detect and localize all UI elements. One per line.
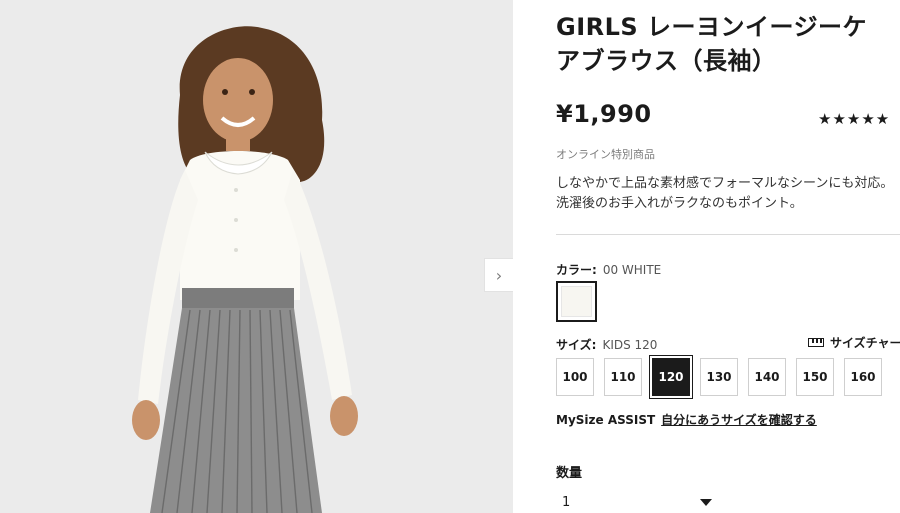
description-line1: しなやかで上品な素材感でフォーマルなシーンにも対応。 [556, 176, 894, 191]
quantity-value: 1 [562, 494, 571, 510]
caret-down-icon [700, 498, 712, 506]
size-option-110[interactable]: 110 [604, 358, 642, 396]
ruler-icon [808, 338, 824, 347]
gallery-next-button[interactable]: › [484, 258, 513, 292]
product-description: しなやかで上品な素材感でフォーマルなシーンにも対応。 洗濯後のお手入れがラクなの… [556, 174, 900, 214]
product-image: › [0, 0, 513, 513]
mysize-assist: MySize ASSIST 自分にあうサイズを確認する [556, 411, 817, 428]
size-selection-label: サイズ: KIDS 120 [556, 336, 657, 353]
color-swatch-white[interactable] [556, 281, 597, 322]
quantity-label: 数量 [556, 466, 583, 481]
online-exclusive-label: オンライン特別商品 [556, 148, 655, 161]
section-divider [556, 234, 900, 235]
color-value: 00 WHITE [602, 263, 662, 277]
description-line2: 洗濯後のお手入れがラクなのもポイント。 [556, 196, 803, 211]
rating-stars[interactable]: ★★★★★ [818, 110, 890, 128]
mysize-assist-label: MySize ASSIST [556, 413, 656, 427]
color-swatch-fill [561, 286, 592, 317]
size-option-140[interactable]: 140 [748, 358, 786, 396]
color-label: カラー: [556, 263, 597, 277]
size-option-150[interactable]: 150 [796, 358, 834, 396]
product-price: ¥1,990 [556, 100, 652, 128]
size-option-130[interactable]: 130 [700, 358, 738, 396]
size-value: KIDS 120 [602, 338, 658, 352]
color-selection-label: カラー: 00 WHITE [556, 261, 661, 278]
size-option-160[interactable]: 160 [844, 358, 882, 396]
product-detail-panel: GIRLS レーヨンイージーケ アブラウス（長袖） ¥1,990 ★★★★★ オ… [556, 0, 900, 513]
product-title: GIRLS レーヨンイージーケ アブラウス（長袖） [556, 10, 900, 78]
size-options: 100 110 120 130 140 150 160 [556, 355, 882, 399]
size-chart-link[interactable]: サイズチャート [808, 334, 900, 351]
size-option-120[interactable]: 120 [649, 355, 693, 399]
size-label: サイズ: [556, 338, 597, 352]
quantity-select[interactable]: 1 [556, 490, 718, 513]
product-title-line2: アブラウス（長袖） [556, 47, 777, 75]
chevron-right-icon: › [495, 265, 503, 285]
model-illustration [0, 0, 513, 513]
size-option-100[interactable]: 100 [556, 358, 594, 396]
mysize-assist-link[interactable]: 自分にあうサイズを確認する [661, 413, 817, 427]
product-title-line1: GIRLS レーヨンイージーケ [556, 13, 868, 41]
size-chart-label: サイズチャート [830, 336, 900, 350]
